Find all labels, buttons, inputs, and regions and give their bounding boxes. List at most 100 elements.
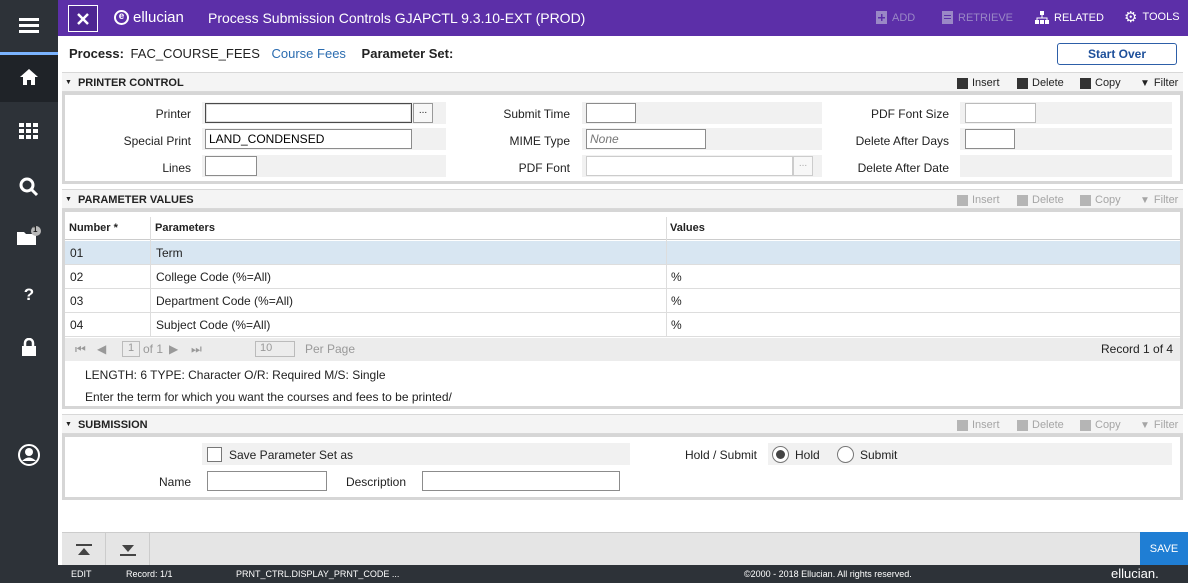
- delete-button[interactable]: Delete: [1017, 77, 1064, 89]
- next-page-icon[interactable]: ▶: [169, 342, 178, 356]
- page-number-input[interactable]: 1: [122, 341, 140, 357]
- user-profile-icon[interactable]: [0, 430, 58, 480]
- pdf-font-label: PDF Font: [518, 161, 570, 175]
- delete-button[interactable]: Delete: [1017, 419, 1064, 431]
- applications-grid-icon[interactable]: [0, 106, 58, 156]
- name-label: Name: [158, 475, 191, 489]
- retrieve-button[interactable]: RETRIEVE: [942, 11, 1013, 24]
- save-button[interactable]: SAVE: [1140, 532, 1188, 565]
- lines-input[interactable]: [205, 156, 257, 176]
- pdf-font-size-input[interactable]: [965, 103, 1036, 123]
- delete-icon: [1017, 194, 1028, 206]
- submit-radio[interactable]: [837, 446, 854, 463]
- table-row[interactable]: 02 College Code (%=All) %: [65, 265, 1180, 289]
- insert-button[interactable]: Insert: [957, 77, 1000, 89]
- last-page-icon[interactable]: ⏭: [191, 342, 202, 357]
- description-label: Description: [345, 475, 406, 489]
- column-header-values[interactable]: Values: [670, 222, 705, 234]
- row-parameter: Term: [156, 246, 183, 260]
- delete-after-date-label: Delete After Date: [857, 161, 949, 175]
- table-row[interactable]: 01 Term: [65, 241, 1180, 265]
- delete-after-days-input[interactable]: [965, 129, 1015, 149]
- printer-input[interactable]: [205, 103, 412, 123]
- hold-submit-label: Hold / Submit: [684, 448, 757, 462]
- row-value[interactable]: %: [671, 270, 682, 284]
- lines-label: Lines: [162, 161, 191, 175]
- delete-after-days-label: Delete After Days: [855, 134, 949, 148]
- column-header-number[interactable]: Number *: [69, 222, 118, 234]
- delete-button[interactable]: Delete: [1017, 194, 1064, 206]
- record-indicator: Record: 1/1: [126, 569, 173, 579]
- next-block-button[interactable]: [106, 533, 150, 566]
- submission-title[interactable]: SUBMISSION: [65, 419, 148, 431]
- per-page-select[interactable]: 10: [255, 341, 295, 357]
- copy-button[interactable]: Copy: [1080, 77, 1121, 89]
- copy-icon: [1080, 419, 1091, 431]
- special-print-input[interactable]: [205, 129, 412, 149]
- filter-button[interactable]: ▼ Filter: [1140, 419, 1178, 431]
- table-row[interactable]: 03 Department Code (%=All) %: [65, 289, 1180, 313]
- row-number: 02: [70, 270, 84, 284]
- close-button[interactable]: [68, 5, 98, 32]
- name-input[interactable]: [207, 471, 327, 491]
- filter-icon: ▼: [1140, 419, 1150, 431]
- copy-button[interactable]: Copy: [1080, 194, 1121, 206]
- mime-type-input[interactable]: [586, 129, 706, 149]
- lock-icon[interactable]: [0, 322, 58, 372]
- logo-icon: e: [114, 10, 129, 25]
- filter-button[interactable]: ▼ Filter: [1140, 77, 1178, 89]
- parameter-values-title[interactable]: PARAMETER VALUES: [65, 194, 194, 206]
- add-button[interactable]: ADD: [876, 11, 915, 24]
- first-page-icon[interactable]: ⏮: [75, 342, 86, 357]
- insert-button[interactable]: Insert: [957, 419, 1000, 431]
- row-number: 04: [70, 318, 84, 332]
- menu-icon[interactable]: [0, 0, 58, 50]
- printer-label: Printer: [155, 107, 191, 121]
- copy-button[interactable]: Copy: [1080, 419, 1121, 431]
- insert-icon: [957, 194, 968, 206]
- row-parameter: Department Code (%=All): [156, 294, 294, 308]
- copy-icon: [1080, 77, 1091, 89]
- page-of-label: of 1: [143, 342, 164, 356]
- start-over-button[interactable]: Start Over: [1057, 43, 1177, 65]
- pdf-font-input[interactable]: [586, 156, 793, 176]
- help-icon[interactable]: ?: [0, 270, 58, 320]
- row-value[interactable]: %: [671, 294, 682, 308]
- copyright: ©2000 - 2018 Ellucian. All rights reserv…: [744, 569, 912, 579]
- parameter-values-header: PARAMETER VALUES Insert Delete Copy ▼Fil…: [62, 189, 1183, 209]
- hold-radio[interactable]: [772, 446, 789, 463]
- tools-button[interactable]: ⚙ TOOLS: [1124, 8, 1180, 26]
- ellucian-logo: e ellucian: [114, 9, 184, 26]
- insert-button[interactable]: Insert: [957, 194, 1000, 206]
- status-bar: EDIT Record: 1/1 PRNT_CTRL.DISPLAY_PRNT_…: [58, 565, 1188, 583]
- gear-icon: ⚙: [1124, 8, 1138, 26]
- row-number: 03: [70, 294, 84, 308]
- submit-time-input[interactable]: [586, 103, 636, 123]
- home-icon[interactable]: [0, 52, 58, 102]
- delete-after-date-field: [960, 155, 1172, 177]
- printer-control-title[interactable]: PRINTER CONTROL: [65, 77, 184, 89]
- description-input[interactable]: [422, 471, 620, 491]
- process-label: Process:: [69, 46, 124, 61]
- printer-lookup-button[interactable]: ...: [413, 103, 433, 123]
- table-row[interactable]: 04 Subject Code (%=All) %: [65, 313, 1180, 337]
- filter-icon: ▼: [1140, 77, 1150, 89]
- save-parameter-set-checkbox[interactable]: [207, 447, 222, 462]
- notification-badge: 1: [33, 225, 38, 234]
- delete-icon: [1017, 419, 1028, 431]
- process-description: Course Fees: [271, 46, 346, 61]
- pdf-font-lookup-button[interactable]: ...: [793, 156, 813, 176]
- search-icon[interactable]: [0, 162, 58, 212]
- filter-icon: ▼: [1140, 194, 1150, 206]
- row-value[interactable]: %: [671, 318, 682, 332]
- record-count: Record 1 of 4: [1101, 342, 1174, 356]
- retrieve-document-icon: [942, 11, 953, 24]
- filter-button[interactable]: ▼ Filter: [1140, 194, 1178, 206]
- recent-folder-icon[interactable]: 1: [0, 212, 58, 262]
- related-button[interactable]: RELATED: [1035, 11, 1104, 24]
- printer-control-header: PRINTER CONTROL Insert Delete Copy ▼Filt…: [62, 72, 1183, 92]
- column-header-parameters[interactable]: Parameters: [155, 222, 215, 234]
- previous-page-icon[interactable]: ◀: [97, 342, 106, 356]
- previous-block-button[interactable]: [62, 533, 106, 566]
- submit-time-label: Submit Time: [503, 107, 570, 121]
